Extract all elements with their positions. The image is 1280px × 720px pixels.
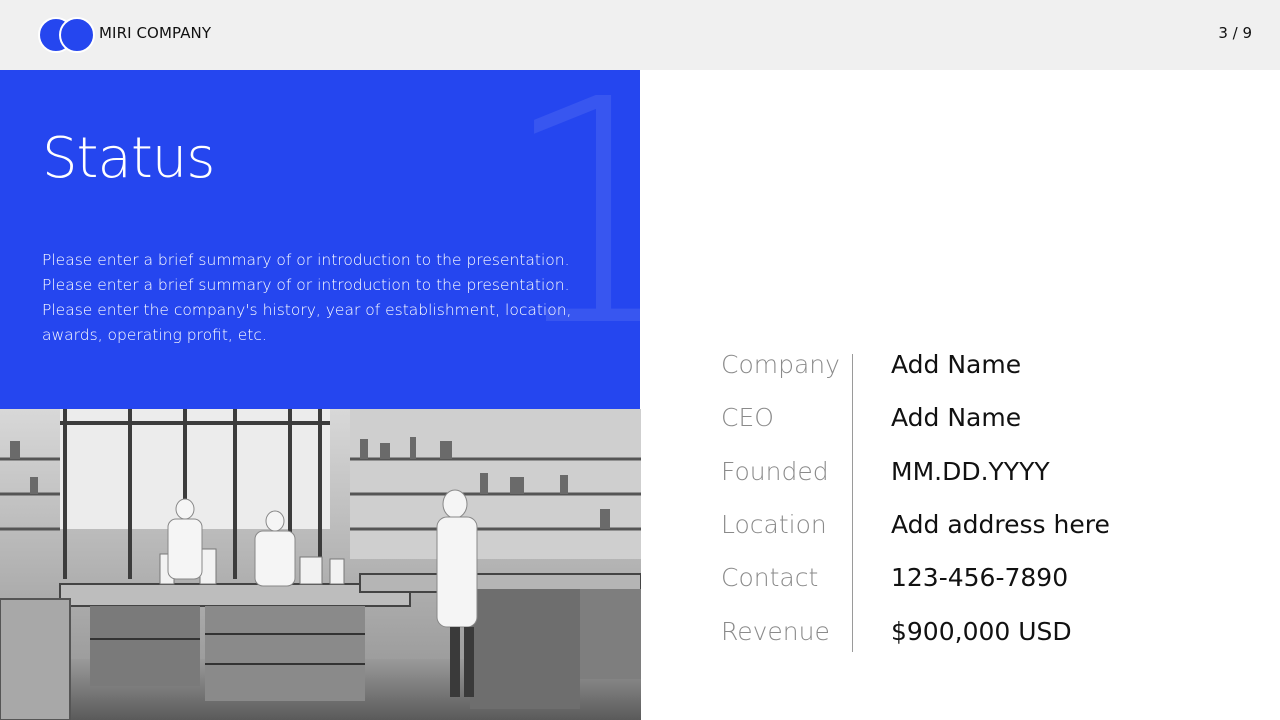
- summary-line: Please enter a brief summary of or intro…: [42, 276, 570, 294]
- info-label: Contact: [721, 563, 819, 592]
- logo-circle-right: [59, 17, 95, 53]
- title-panel: 1 Status Please enter a brief summary of…: [0, 70, 640, 409]
- top-bar: MIRI COMPANY 3 / 9: [0, 0, 1280, 70]
- company-name: MIRI COMPANY: [99, 24, 212, 42]
- page-number: 3 / 9: [1218, 24, 1252, 42]
- info-row-founded: Founded MM.DD.YYYY: [721, 449, 1241, 489]
- info-row-ceo: CEO Add Name: [721, 395, 1241, 435]
- summary-text: Please enter a brief summary of or intro…: [42, 248, 582, 348]
- info-row-location: Location Add address here: [721, 502, 1241, 542]
- laboratory-photo: [0, 409, 641, 720]
- slide-title: Status: [42, 126, 215, 191]
- summary-line: Please enter the company's history, year…: [42, 301, 572, 319]
- info-label: Founded: [721, 457, 829, 486]
- summary-line: awards, operating profit, etc.: [42, 326, 267, 344]
- info-label: Company: [721, 350, 840, 379]
- info-label: Revenue: [721, 617, 830, 646]
- summary-line: Please enter a brief summary of or intro…: [42, 251, 570, 269]
- info-value: MM.DD.YYYY: [891, 457, 1050, 486]
- info-row-revenue: Revenue $900,000 USD: [721, 609, 1241, 649]
- info-value: Add Name: [891, 403, 1022, 432]
- info-label: CEO: [721, 403, 774, 432]
- info-value: Add Name: [891, 350, 1022, 379]
- company-logo: [38, 17, 98, 53]
- info-row-company: Company Add Name: [721, 342, 1241, 382]
- info-value: $900,000 USD: [891, 617, 1072, 646]
- info-value: 123-456-7890: [891, 563, 1069, 592]
- info-row-contact: Contact 123-456-7890: [721, 555, 1241, 595]
- info-label: Location: [721, 510, 827, 539]
- info-value: Add address here: [891, 510, 1110, 539]
